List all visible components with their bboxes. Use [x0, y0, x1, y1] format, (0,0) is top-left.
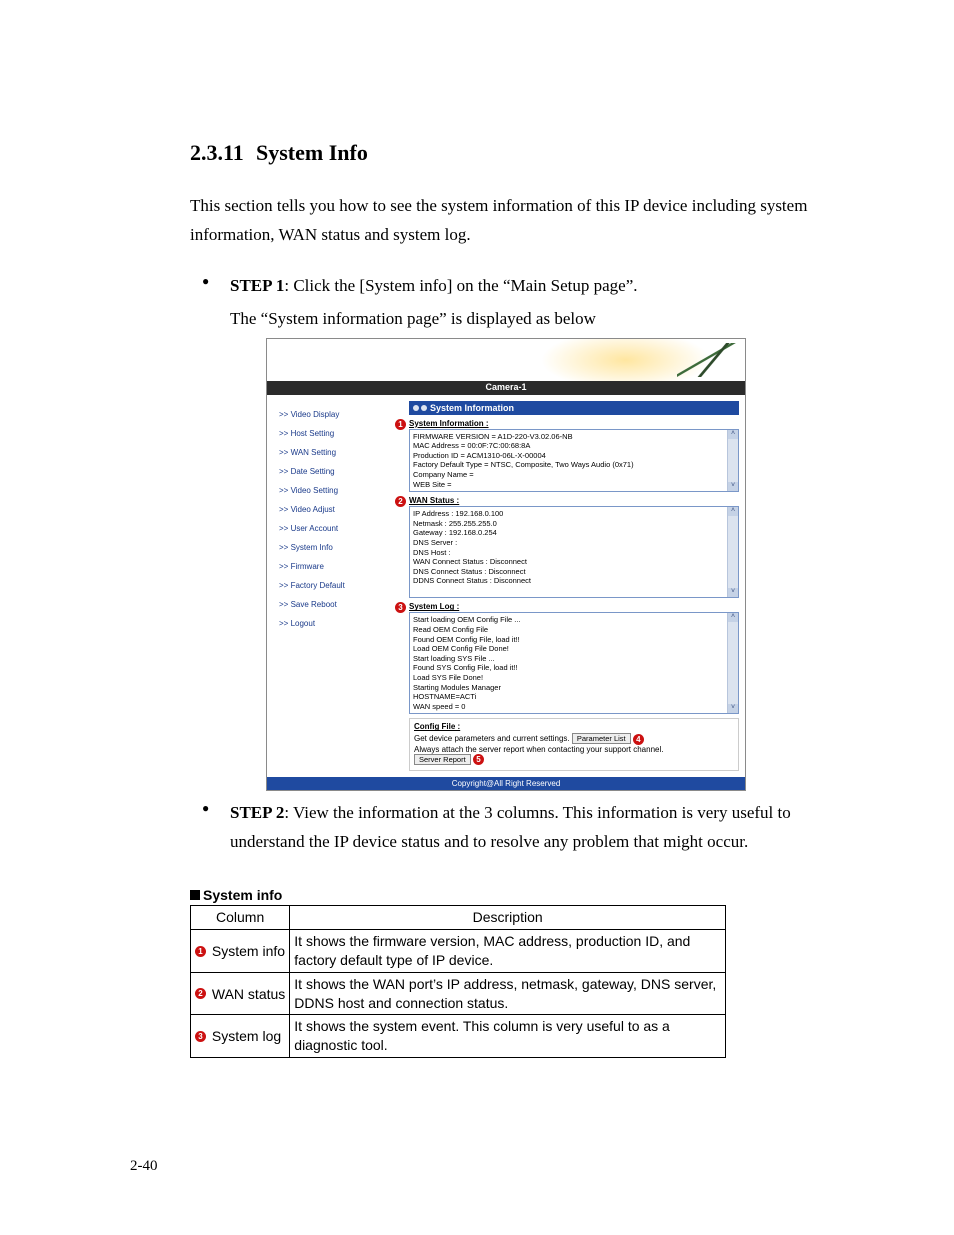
table-row: 1 System info It shows the firmware vers…: [191, 929, 726, 972]
system-info-textarea[interactable]: FIRMWARE VERSION = A1D-220-V3.02.06-NB M…: [409, 429, 739, 493]
config-file-heading: Config File :: [414, 722, 734, 731]
callout-5-icon: 5: [473, 754, 484, 765]
table-heading: System info: [190, 887, 834, 903]
row2-callout-icon: 2: [195, 988, 206, 999]
nav-user-account[interactable]: >> User Account: [279, 519, 403, 538]
row2-desc: It shows the WAN port’s IP address, netm…: [290, 972, 726, 1015]
system-log-heading: 3 System Log :: [409, 602, 739, 611]
row3-name: System log: [212, 1028, 281, 1044]
th-description: Description: [290, 905, 726, 929]
nav-firmware[interactable]: >> Firmware: [279, 557, 403, 576]
intro-text: This section tells you how to see the sy…: [190, 192, 834, 250]
callout-4-icon: 4: [633, 734, 644, 745]
row3-callout-icon: 3: [195, 1031, 206, 1042]
row3-desc: It shows the system event. This column i…: [290, 1015, 726, 1058]
nav-factory-default[interactable]: >> Factory Default: [279, 576, 403, 595]
row1-desc: It shows the firmware version, MAC addre…: [290, 929, 726, 972]
table-row: 2 WAN status It shows the WAN port’s IP …: [191, 972, 726, 1015]
config-file-block: Config File : Get device parameters and …: [409, 718, 739, 771]
nav-date-setting[interactable]: >> Date Setting: [279, 462, 403, 481]
wan-status-heading: 2 WAN Status :: [409, 496, 739, 505]
wan-status-textarea[interactable]: IP Address : 192.168.0.100 Netmask : 255…: [409, 506, 739, 598]
scrollbar[interactable]: ˄˅: [727, 430, 738, 492]
panel-title: System Information: [409, 401, 739, 415]
nav-wan-setting[interactable]: >> WAN Setting: [279, 443, 403, 462]
nav-save-reboot[interactable]: >> Save Reboot: [279, 595, 403, 614]
step1-text: : Click the [System info] on the “Main S…: [284, 276, 637, 295]
th-column: Column: [191, 905, 290, 929]
step-2: STEP 2: View the information at the 3 co…: [202, 799, 834, 857]
system-info-table: Column Description 1 System info It show…: [190, 905, 726, 1058]
system-log-textarea[interactable]: Start loading OEM Config File ... Read O…: [409, 612, 739, 714]
screenshot-nav: >> Video Display >> Host Setting >> WAN …: [267, 395, 409, 778]
row1-callout-icon: 1: [195, 946, 206, 957]
screenshot-footer: Copyright@All Right Reserved: [267, 777, 745, 790]
table-row: 3 System log It shows the system event. …: [191, 1015, 726, 1058]
row1-name: System info: [212, 943, 285, 959]
callout-1-icon: 1: [395, 419, 406, 430]
section-title: System Info: [256, 140, 368, 165]
config-file-text1: Get device parameters and current settin…: [414, 734, 570, 743]
step-1: STEP 1: Click the [System info] on the “…: [202, 272, 834, 791]
camera-title: Camera-1: [267, 381, 745, 395]
row2-name: WAN status: [212, 986, 285, 1002]
nav-host-setting[interactable]: >> Host Setting: [279, 424, 403, 443]
step2-label: STEP 2: [230, 803, 284, 822]
step1-caption: The “System information page” is display…: [230, 305, 834, 334]
screenshot-panel: Camera-1 >> Video Display >> Host Settin…: [266, 338, 746, 792]
nav-system-info[interactable]: >> System Info: [279, 538, 403, 557]
screenshot-header-art: [267, 339, 745, 381]
section-heading: 2.3.11System Info: [190, 140, 834, 166]
scrollbar[interactable]: ˄˅: [727, 507, 738, 597]
step2-text: : View the information at the 3 columns.…: [230, 803, 791, 851]
section-number: 2.3.11: [190, 140, 256, 166]
server-report-button[interactable]: Server Report: [414, 754, 471, 765]
config-file-text2: Always attach the server report when con…: [414, 745, 734, 754]
nav-video-setting[interactable]: >> Video Setting: [279, 481, 403, 500]
nav-video-adjust[interactable]: >> Video Adjust: [279, 500, 403, 519]
step1-label: STEP 1: [230, 276, 284, 295]
square-bullet-icon: [190, 890, 200, 900]
system-info-heading: 1 System Information :: [409, 419, 739, 428]
scrollbar[interactable]: ˄˅: [727, 613, 738, 713]
nav-video-display[interactable]: >> Video Display: [279, 405, 403, 424]
parameter-list-button[interactable]: Parameter List: [572, 733, 631, 744]
nav-logout[interactable]: >> Logout: [279, 614, 403, 633]
page-number: 2-40: [130, 1158, 158, 1175]
